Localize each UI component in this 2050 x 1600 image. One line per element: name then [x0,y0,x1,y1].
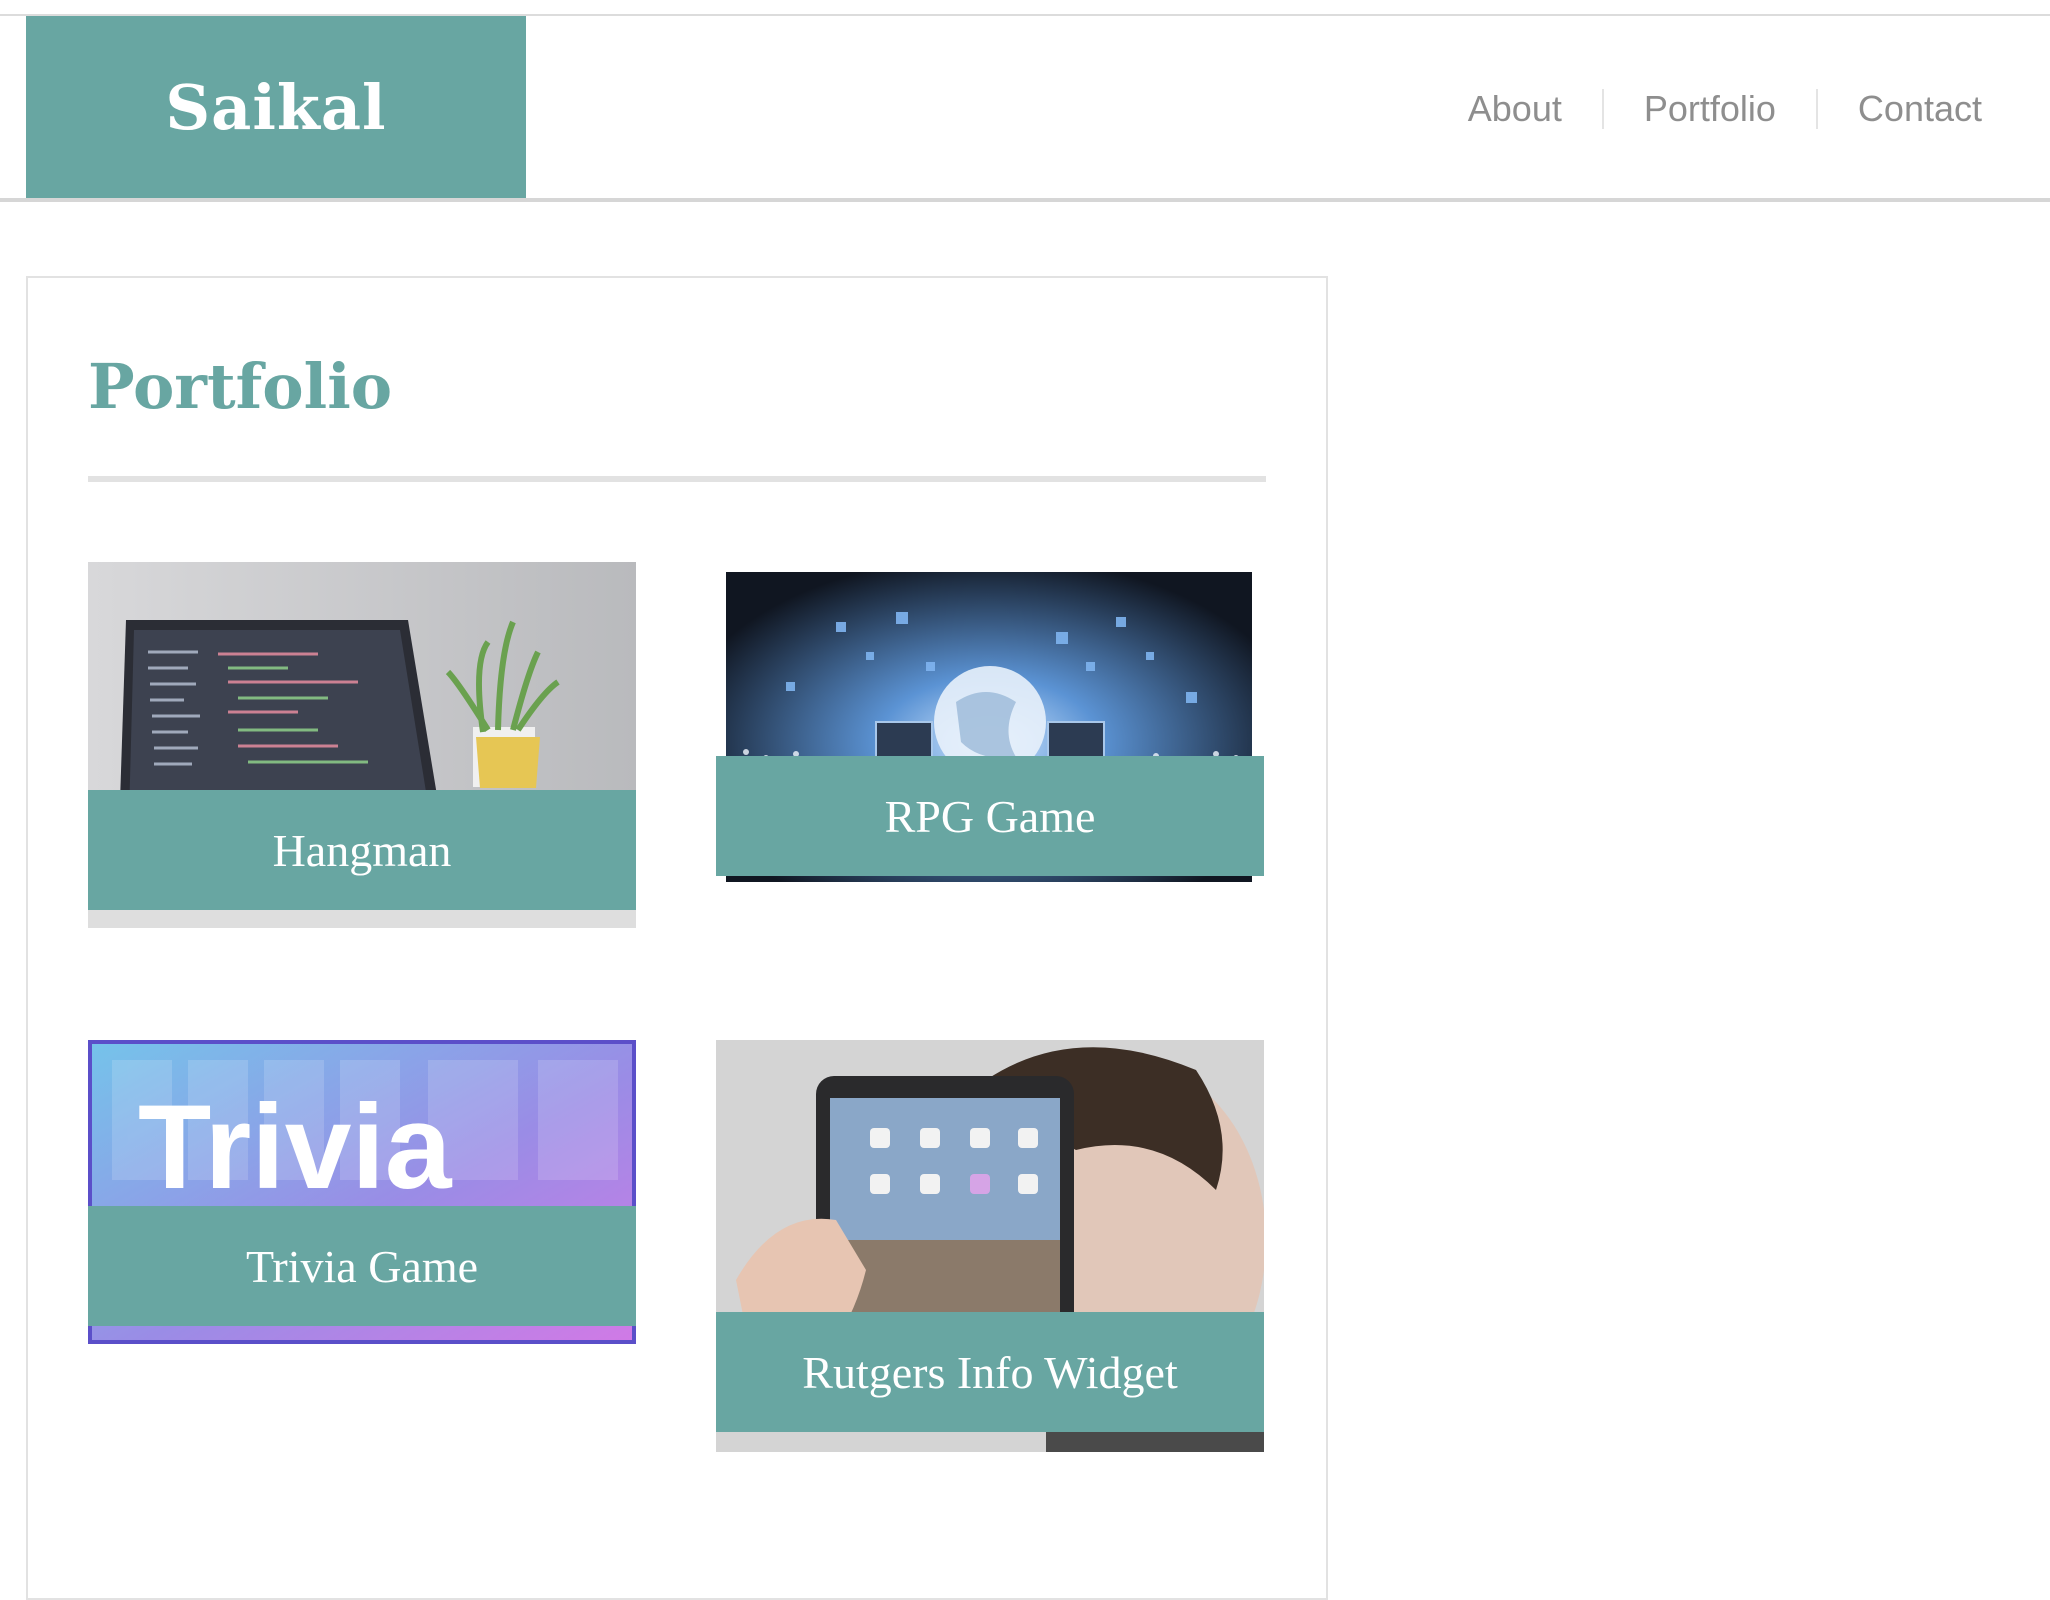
portfolio-item-rpg-game[interactable]: RPG Game [716,572,1264,882]
portfolio-item-hangman[interactable]: Hangman [88,562,636,928]
tile-caption: Trivia Game [88,1206,636,1326]
tile-caption: RPG Game [716,756,1264,876]
main-nav: About Portfolio Contact [1428,74,1982,144]
site-header: Saikal About Portfolio Contact [0,16,2050,202]
portfolio-card: Portfolio Hangman RPG Game Trivia Trivia… [26,276,1328,1600]
nav-contact[interactable]: Contact [1815,89,1982,129]
logo[interactable]: Saikal [26,16,526,198]
title-divider [88,476,1266,482]
portfolio-item-rutgers-info-widget[interactable]: Rutgers Info Widget [716,1040,1264,1452]
tile-caption: Hangman [88,790,636,910]
portfolio-item-trivia-game[interactable]: Trivia Trivia Game [88,1040,636,1344]
nav-portfolio[interactable]: Portfolio [1601,89,1816,129]
tile-caption: Rutgers Info Widget [716,1312,1264,1432]
logo-text: Saikal [165,70,387,144]
trivia-image-text: Trivia [138,1080,453,1214]
page-title: Portfolio [88,350,393,423]
nav-about[interactable]: About [1428,89,1602,129]
